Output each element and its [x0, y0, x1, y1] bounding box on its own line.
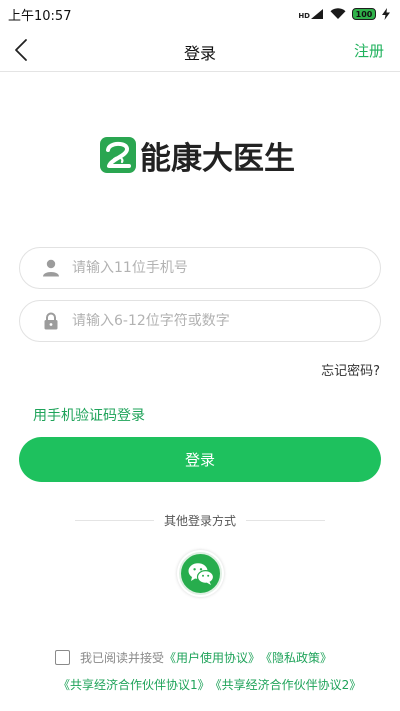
- partner-agreement-2-link[interactable]: 《共享经济合作伙伴协议2》: [210, 676, 362, 693]
- status-time: 上午10:57: [8, 8, 72, 24]
- login-screen: 上午10:57 HD 100 登录 注册 能康大医生 请输入11位手机号 忘记密…: [0, 0, 400, 711]
- privacy-policy-link[interactable]: 《隐私政策》: [260, 649, 332, 666]
- user-icon: [43, 259, 59, 277]
- wechat-icon: [188, 562, 214, 585]
- brand-name: 能康大医生: [140, 140, 295, 177]
- lock-icon: [44, 312, 58, 330]
- nav-bar: 登录 注册: [0, 28, 400, 72]
- network-type-label: HD: [298, 12, 310, 20]
- wechat-login-button[interactable]: [179, 552, 222, 595]
- divider-line-left: [75, 519, 154, 521]
- charging-icon: [382, 5, 390, 24]
- partner-agreement-1-link[interactable]: 《共享经济合作伙伴协议1》: [58, 676, 210, 693]
- battery-icon: 100: [352, 8, 376, 20]
- other-login-divider: 其他登录方式: [75, 511, 326, 529]
- other-login-label: 其他登录方式: [164, 513, 237, 528]
- agreement-prefix: 我已阅读并接受: [80, 650, 165, 665]
- divider-line-right: [246, 519, 326, 521]
- password-field: [19, 300, 381, 342]
- user-agreement-link[interactable]: 《用户使用协议》: [164, 649, 260, 666]
- forgot-password-link[interactable]: 忘记密码?: [321, 360, 380, 379]
- app-logo: 能康大医生: [100, 135, 295, 177]
- wifi-icon: [330, 5, 346, 24]
- logo-mark-icon: [100, 137, 136, 173]
- password-input[interactable]: [72, 313, 352, 329]
- page-title: 登录: [183, 44, 216, 63]
- status-icons: HD 100: [298, 5, 390, 24]
- sms-login-link[interactable]: 用手机验证码登录: [33, 405, 145, 425]
- register-link[interactable]: 注册: [354, 40, 384, 61]
- agreement-row: 我已阅读并接受 《用户使用协议》 《隐私政策》: [55, 648, 332, 666]
- signal-icon: HD: [298, 8, 324, 20]
- phone-input[interactable]: [72, 260, 352, 276]
- status-bar: 上午10:57 HD 100: [0, 0, 400, 28]
- agreement-checkbox[interactable]: [55, 649, 70, 665]
- phone-field: [19, 247, 381, 289]
- agreement-row-2: 《共享经济合作伙伴协议1》 《共享经济合作伙伴协议2》: [58, 676, 361, 693]
- login-button[interactable]: 登录: [19, 437, 381, 482]
